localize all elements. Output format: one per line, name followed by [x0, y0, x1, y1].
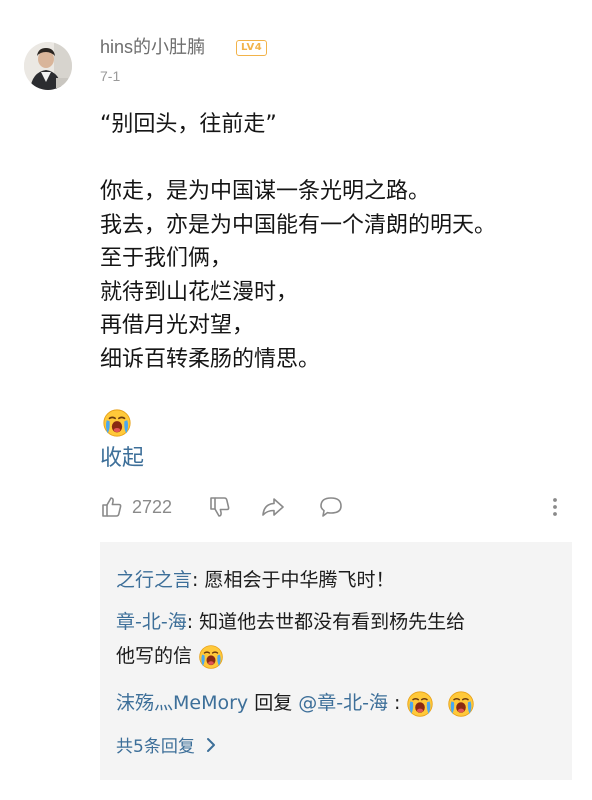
body-line: 你走，是为中国谋一条光明之路。: [100, 179, 431, 204]
thumbs-up-icon: [102, 497, 122, 517]
comment-actions: 2722: [100, 490, 572, 524]
reply-separator: :: [387, 692, 407, 714]
avatar[interactable]: [24, 42, 72, 90]
crying-face-emoji: [102, 408, 132, 438]
body-line: 我去，亦是为中国能有一个清朗的明天。: [100, 212, 497, 238]
more-button[interactable]: [550, 490, 560, 524]
reply-item-continued[interactable]: 他写的信: [116, 640, 224, 673]
body-line: 至于我们俩，: [100, 246, 233, 271]
like-button[interactable]: 2722: [100, 490, 172, 524]
reply-button[interactable]: [318, 490, 344, 524]
body-line: “别回头，往前走”: [100, 112, 277, 137]
like-count: 2722: [132, 496, 173, 517]
reply-author[interactable]: 章-北-海: [116, 611, 187, 633]
reply-target[interactable]: @章-北-海: [298, 692, 388, 714]
reply-text: 知道他去世都没有看到杨先生给: [199, 611, 466, 633]
reply-item[interactable]: 之行之言: 愿相会于中华腾飞时！: [116, 564, 394, 597]
collapse-link[interactable]: 收起: [100, 444, 144, 474]
crying-face-emoji: [198, 644, 224, 670]
more-icon: [553, 498, 557, 516]
reply-text: 他写的信: [116, 645, 193, 667]
reply-author[interactable]: 之行之言: [116, 569, 192, 591]
user-avatar-image: [24, 42, 72, 90]
replies-panel: 之行之言: 愿相会于中华腾飞时！ 章-北-海: 知道他去世都没有看到杨先生给 他…: [100, 542, 572, 780]
body-line-blank: [100, 142, 570, 176]
view-all-replies-link[interactable]: 共5条回复: [116, 732, 219, 757]
share-button[interactable]: [260, 490, 286, 524]
level-badge: LV4: [236, 40, 268, 56]
share-icon: [262, 498, 284, 516]
crying-face-emoji: [447, 690, 475, 718]
thumbs-down-icon: [210, 497, 230, 517]
body-line: 就待到山花烂漫时，: [100, 279, 299, 305]
crying-face-emoji: [406, 690, 434, 718]
reply-separator: :: [186, 611, 200, 633]
comment-body: “别回头，往前走” 你走，是为中国谋一条光明之路。 我去，亦是为中国能有一个清朗…: [100, 108, 570, 376]
reply-word: 回复: [248, 692, 299, 714]
body-line: 细诉百转柔肠的情思。: [100, 346, 321, 372]
reply-item[interactable]: 章-北-海: 知道他去世都没有看到杨先生给: [116, 606, 465, 639]
reply-item[interactable]: 沫殇灬MeMory 回复 @章-北-海 :: [116, 687, 475, 720]
comment-card: hins的小肚腩 LV4 7-1 “别回头，往前走” 你走，是为中国谋一条光明之…: [0, 0, 592, 800]
comment-date: 7-1: [100, 68, 121, 84]
comment-icon: [320, 497, 342, 517]
body-line: 再借月光对望，: [100, 313, 255, 338]
dislike-button[interactable]: [208, 490, 232, 524]
reply-author[interactable]: 沫殇灬MeMory: [116, 692, 248, 714]
chevron-right-icon: [206, 737, 215, 752]
reply-separator: :: [192, 569, 205, 591]
reply-text: 愿相会于中华腾飞时！: [204, 569, 395, 591]
more-replies-label: 共5条回复: [116, 737, 195, 757]
username[interactable]: hins的小肚腩: [100, 36, 205, 58]
